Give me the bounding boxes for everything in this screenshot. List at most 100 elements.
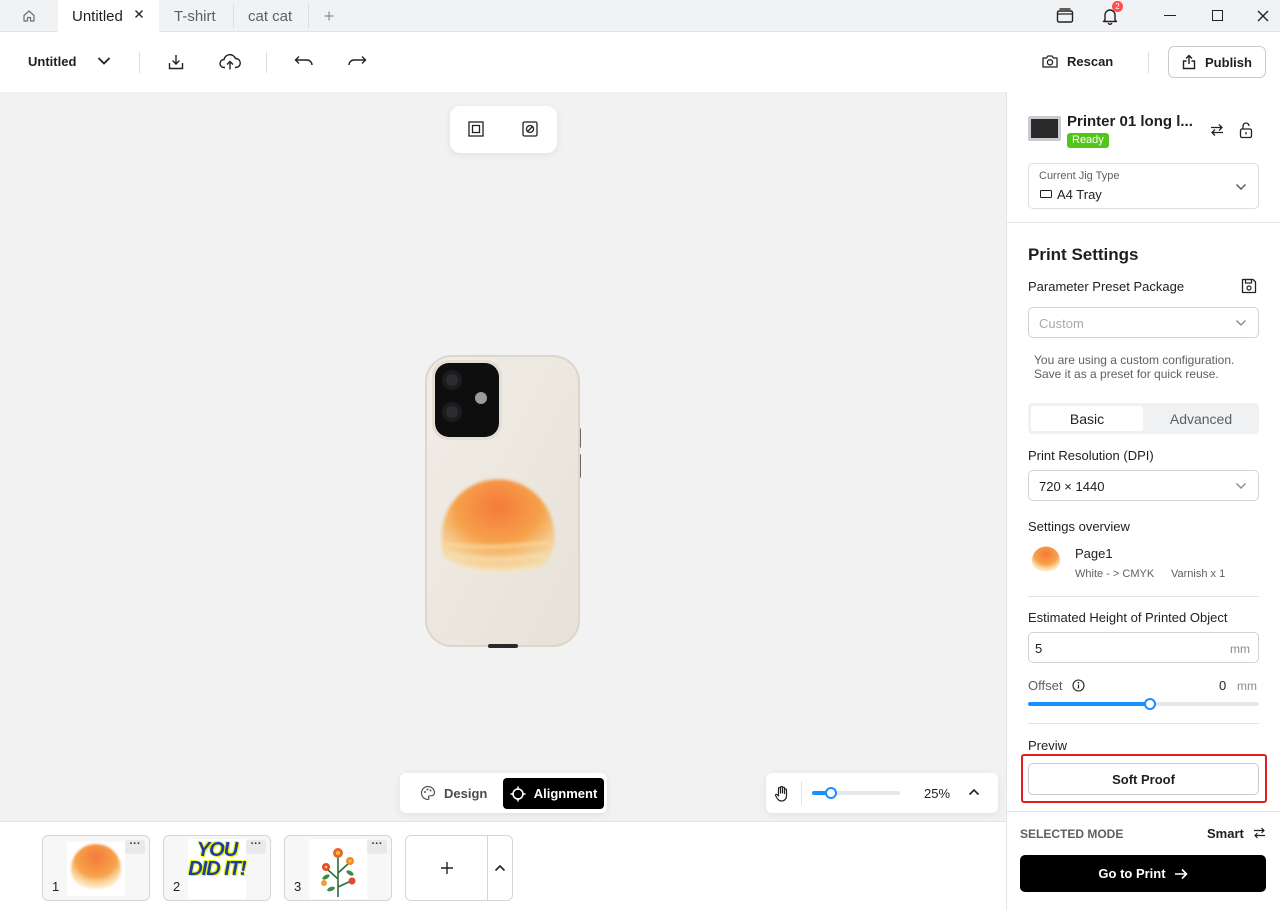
page-number: 3: [294, 879, 302, 894]
chevron-up-icon[interactable]: [968, 788, 980, 796]
offset-unit: mm: [1237, 679, 1257, 693]
page-number: 2: [173, 879, 181, 894]
resolution-label: Print Resolution (DPI): [1028, 448, 1154, 463]
rescan-button[interactable]: Rescan: [1041, 54, 1113, 69]
share-icon: [1182, 54, 1196, 70]
tab-untitled[interactable]: Untitled: [58, 0, 159, 32]
preview-label: Previw: [1028, 738, 1068, 753]
publish-button[interactable]: Publish: [1168, 46, 1266, 78]
height-input[interactable]: 5 mm: [1028, 632, 1259, 663]
offset-label: Offset: [1028, 678, 1063, 693]
soft-proof-button[interactable]: Soft Proof: [1028, 763, 1259, 795]
minimize-icon[interactable]: [1164, 15, 1176, 17]
height-label: Estimated Height of Printed Object: [1028, 610, 1228, 625]
page-more-button[interactable]: ···: [367, 839, 387, 854]
home-tab[interactable]: [0, 0, 58, 32]
phone-case-preview[interactable]: [424, 354, 584, 650]
flowers-artwork: [309, 839, 367, 899]
thumb-artwork-text: YOU DID IT!: [188, 839, 246, 880]
tab-bar: Untitled T-shirt cat cat 2: [0, 0, 1280, 32]
settings-mode-tabs: Basic Advanced: [1028, 403, 1259, 434]
unlock-icon[interactable]: [1239, 121, 1253, 139]
design-label: Design: [444, 785, 488, 801]
chevron-up-icon: [494, 864, 506, 872]
notification-bell-icon[interactable]: 2: [1101, 1, 1123, 25]
tray-icon: [1040, 190, 1052, 198]
page-thumbnail[interactable]: YOU DID IT! ··· 2: [163, 835, 271, 901]
offset-value: 0: [1219, 678, 1227, 693]
tab-t-shirt[interactable]: T-shirt: [160, 0, 233, 32]
panel-divider: [1007, 222, 1280, 223]
palette-icon: [420, 785, 436, 801]
hide-overlay-icon[interactable]: [522, 121, 538, 137]
window-icon[interactable]: [1056, 8, 1074, 24]
preset-label: Parameter Preset Package: [1028, 279, 1185, 294]
offset-slider-fill: [1028, 702, 1150, 706]
info-icon[interactable]: [1072, 679, 1085, 692]
undo-icon[interactable]: [294, 55, 314, 67]
overview-label: Settings overview: [1028, 519, 1130, 534]
print-settings-panel: Printer 01 long l... Ready Current Jig T…: [1006, 92, 1280, 910]
save-preset-icon[interactable]: [1241, 278, 1257, 294]
new-tab-button[interactable]: [318, 0, 340, 32]
canvas-tools-card: [450, 106, 557, 153]
swap-printer-icon[interactable]: [1210, 123, 1224, 137]
offset-slider[interactable]: [1028, 698, 1259, 710]
page-strip: ··· 1 YOU DID IT! ··· 2 ··· 3: [0, 821, 1006, 910]
jig-type-select[interactable]: Current Jig Type A4 Tray: [1028, 163, 1259, 209]
page-thumbnail[interactable]: ··· 3: [284, 835, 392, 901]
window-close-icon[interactable]: [1257, 10, 1269, 22]
tab-cat-cat[interactable]: cat cat: [234, 0, 308, 32]
section-divider: [1028, 723, 1259, 724]
overview-thumbnail: [1030, 545, 1062, 573]
soft-proof-label: Soft Proof: [1112, 771, 1175, 787]
import-icon[interactable]: [167, 53, 185, 71]
chevron-down-icon[interactable]: [97, 56, 111, 66]
tab-design[interactable]: Design: [420, 785, 487, 801]
plus-icon: [440, 862, 453, 874]
preset-select[interactable]: Custom: [1028, 307, 1259, 338]
tab-label: T-shirt: [174, 7, 216, 25]
cloud-upload-icon[interactable]: [219, 53, 241, 71]
page-more-button[interactable]: ···: [246, 839, 266, 854]
resolution-select[interactable]: 720 × 1440: [1028, 470, 1259, 501]
zoom-slider[interactable]: [812, 787, 900, 799]
zoom-controls: 25%: [766, 773, 998, 813]
height-unit: mm: [1230, 642, 1250, 656]
go-to-print-button[interactable]: Go to Print: [1020, 855, 1266, 892]
status-badge: Ready: [1067, 133, 1109, 148]
selected-mode-label: SELECTED MODE: [1020, 827, 1124, 841]
printer-name[interactable]: Printer 01 long l...: [1067, 113, 1193, 130]
page-thumbnail[interactable]: ··· 1: [42, 835, 150, 901]
resolution-value: 720 × 1440: [1039, 479, 1105, 494]
tab-alignment[interactable]: Alignment: [503, 778, 604, 809]
swap-mode-icon[interactable]: [1253, 827, 1266, 839]
tab-advanced[interactable]: Advanced: [1145, 406, 1257, 431]
alignment-label: Alignment: [533, 786, 598, 801]
plus-icon: [324, 11, 334, 21]
arrow-right-icon: [1174, 868, 1188, 879]
hand-tool-icon[interactable]: [774, 785, 790, 803]
tab-label: Untitled: [72, 7, 123, 25]
expand-pages-button[interactable]: [488, 836, 512, 900]
tab-divider: [308, 4, 309, 28]
toolbar-divider: [139, 52, 140, 73]
zoom-slider-handle[interactable]: [825, 787, 837, 799]
camera-icon: [1042, 55, 1058, 68]
close-icon[interactable]: [134, 9, 144, 19]
jig-type-label: Current Jig Type: [1039, 170, 1120, 182]
offset-slider-handle[interactable]: [1144, 698, 1156, 710]
page-more-button[interactable]: ···: [125, 839, 145, 854]
maximize-icon[interactable]: [1212, 10, 1223, 21]
fit-to-frame-icon[interactable]: [468, 121, 484, 137]
redo-icon[interactable]: [347, 55, 367, 67]
overview-channels: White - > CMYK: [1075, 568, 1155, 580]
jig-type-value: A4 Tray: [1057, 187, 1102, 202]
document-name[interactable]: Untitled: [28, 54, 76, 69]
canvas-area[interactable]: Design Alignment 25%: [0, 92, 1006, 821]
add-page-button[interactable]: [406, 836, 487, 900]
tab-basic[interactable]: Basic: [1031, 406, 1143, 431]
selected-mode-value[interactable]: Smart: [1207, 826, 1244, 841]
zoom-level[interactable]: 25%: [924, 786, 950, 801]
chevron-down-icon: [1236, 320, 1246, 326]
